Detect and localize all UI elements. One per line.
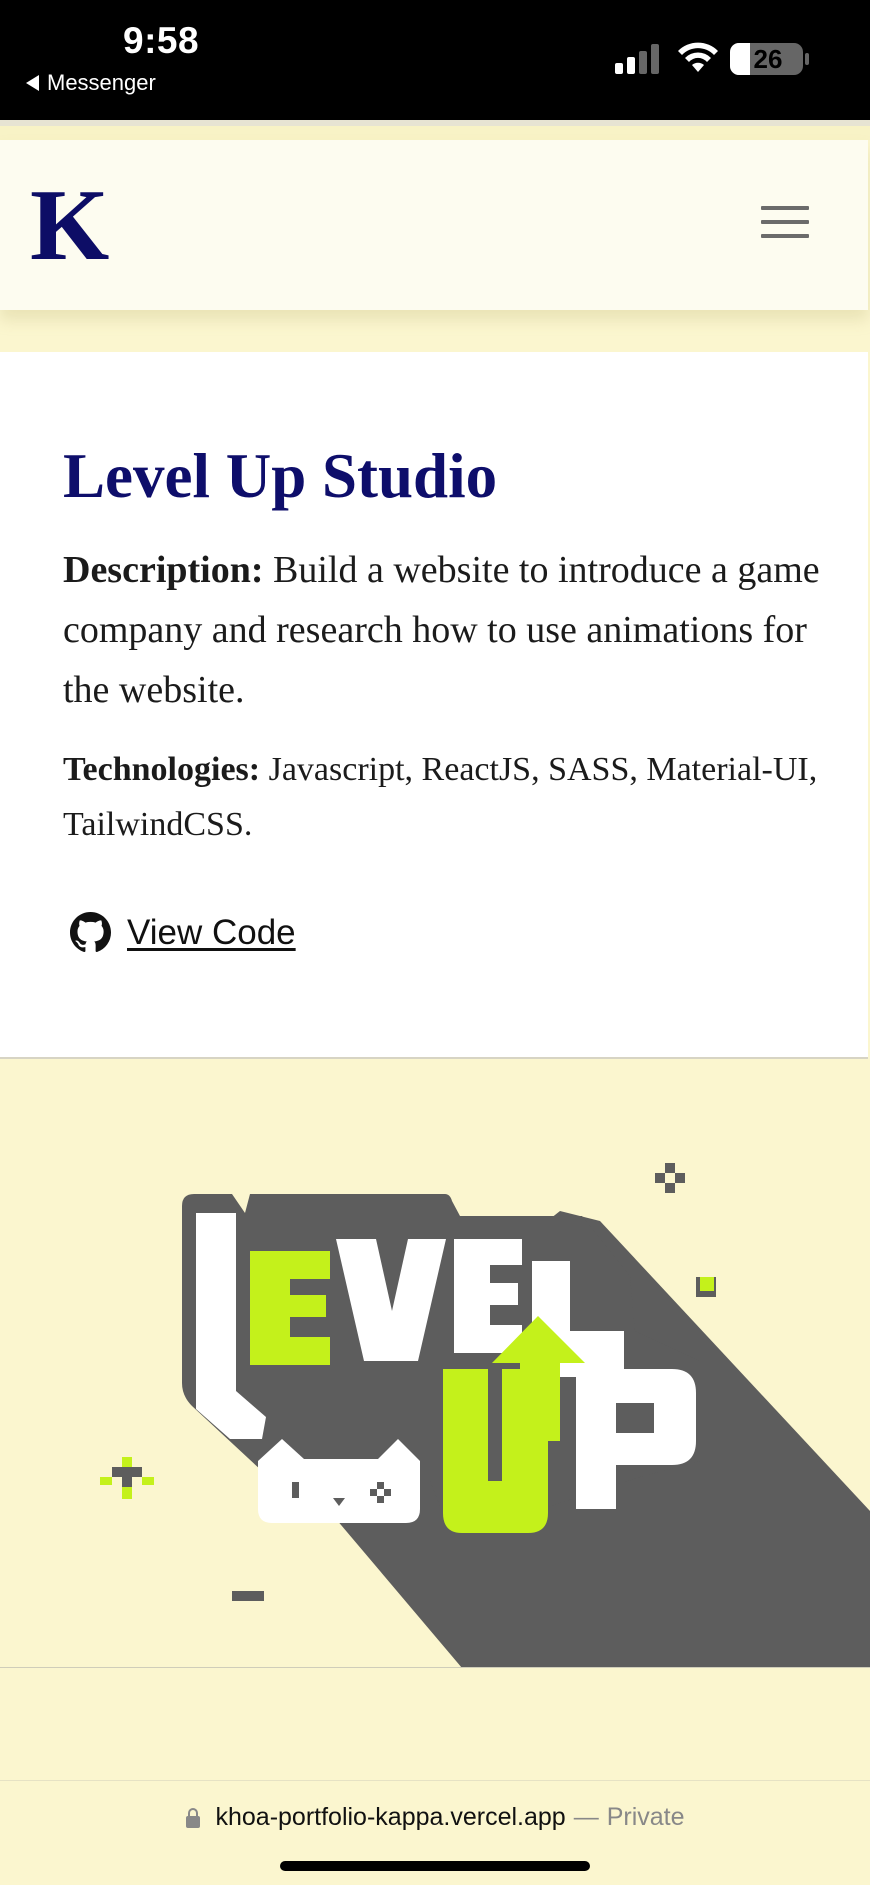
hamburger-menu-icon[interactable] — [758, 202, 812, 242]
cellular-signal-icon — [615, 44, 659, 74]
private-mode-label: Private — [606, 1803, 685, 1831]
status-time: 9:58 — [123, 20, 200, 61]
url-row[interactable]: khoa-portfolio-kappa.vercel.app — Privat… — [0, 1803, 870, 1832]
project-technologies: Technologies: Javascript, ReactJS, SASS,… — [63, 742, 853, 852]
back-arrow-icon — [26, 75, 39, 91]
top-strip — [0, 126, 870, 140]
wifi-icon — [678, 42, 718, 72]
level-up-logo — [100, 1163, 870, 1667]
status-bar: 9:58 Messenger 26 — [0, 0, 870, 120]
navbar: K — [0, 140, 868, 310]
description-label: Description: — [63, 549, 264, 591]
project-description: Description: Build a website to introduc… — [63, 540, 843, 720]
lock-icon — [186, 1807, 201, 1828]
back-app-label: Messenger — [47, 70, 156, 95]
view-code-link[interactable]: View Code — [70, 912, 296, 953]
view-code-label: View Code — [127, 912, 296, 952]
site-logo[interactable]: K — [30, 140, 109, 310]
back-to-app-link[interactable]: Messenger — [26, 70, 156, 96]
url-text: khoa-portfolio-kappa.vercel.app — [215, 1803, 566, 1831]
project-card: Level Up Studio Description: Build a web… — [0, 352, 868, 1059]
battery-level: 26 — [753, 44, 783, 74]
browser-url-bar[interactable]: khoa-portfolio-kappa.vercel.app — Privat… — [0, 1780, 870, 1885]
url-separator: — — [573, 1803, 599, 1831]
project-preview-image — [0, 1061, 870, 1668]
home-indicator[interactable] — [280, 1861, 590, 1871]
technologies-label: Technologies: — [63, 751, 261, 788]
github-icon — [70, 912, 111, 952]
project-title: Level Up Studio — [63, 441, 498, 511]
